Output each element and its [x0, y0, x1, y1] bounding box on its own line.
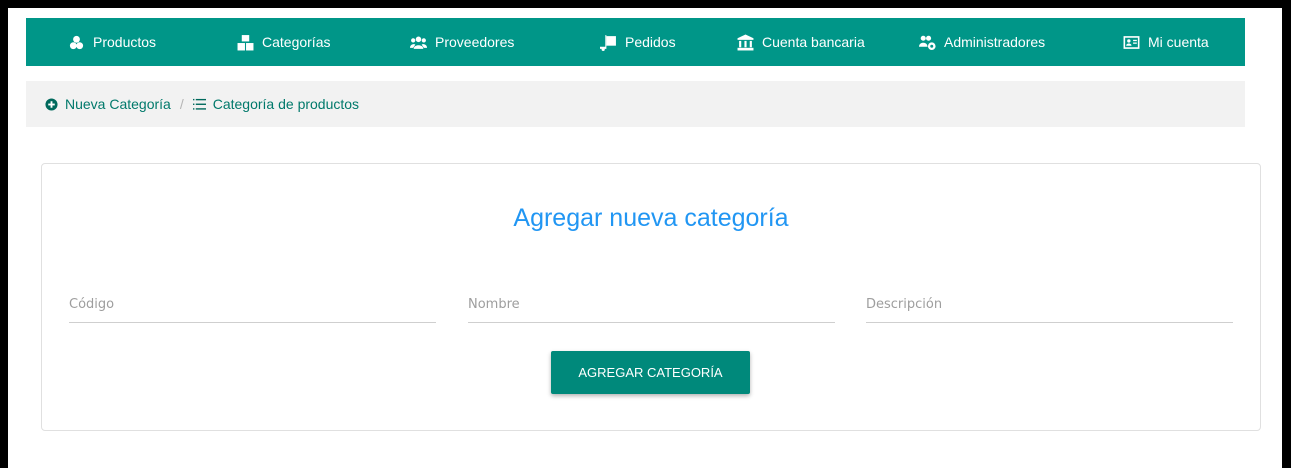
breadcrumb-item-categoria-productos[interactable]: Categoría de productos — [192, 96, 360, 112]
codigo-input[interactable] — [69, 292, 436, 322]
nav-label-categorias: Categorías — [262, 34, 331, 50]
nav-item-categorias[interactable]: Categorías — [237, 18, 330, 66]
nav-item-cuenta-bancaria[interactable]: Cuenta bancaria — [737, 18, 865, 66]
nav-label-administradores: Administradores — [944, 34, 1046, 50]
plus-circle-icon — [45, 97, 58, 111]
breadcrumb: Nueva Categoría / Categoría de productos — [26, 81, 1245, 127]
bank-icon — [737, 34, 754, 50]
users-cog-icon — [919, 35, 936, 50]
nav-label-mi-cuenta: Mi cuenta — [1148, 34, 1209, 50]
breadcrumb-item-nueva-categoria[interactable]: Nueva Categoría — [45, 96, 171, 112]
descripcion-field — [866, 292, 1233, 323]
breadcrumb-label-categoria-productos: Categoría de productos — [212, 96, 360, 112]
nav-label-cuenta-bancaria: Cuenta bancaria — [762, 34, 865, 50]
cubes-icon — [69, 35, 84, 49]
form-title: Agregar nueva categoría — [513, 204, 789, 232]
codigo-field — [69, 292, 436, 323]
boxes-icon — [237, 34, 254, 50]
nav-label-proveedores: Proveedores — [435, 34, 515, 50]
add-category-button[interactable]: AGREGAR CATEGORÍA — [551, 351, 750, 394]
list-icon — [192, 98, 206, 110]
dolly-icon — [600, 34, 616, 51]
nav-item-productos[interactable]: Productos — [68, 18, 156, 66]
nav-item-administradores[interactable]: Administradores — [919, 18, 1045, 66]
id-card-icon — [1123, 35, 1140, 49]
descripcion-input[interactable] — [866, 292, 1233, 322]
nombre-input[interactable] — [468, 292, 835, 322]
nav-item-mi-cuenta[interactable]: Mi cuenta — [1123, 18, 1209, 66]
new-category-card: Agregar nueva categoría AGREGAR CATEGORÍ… — [41, 163, 1261, 431]
nav-item-proveedores[interactable]: Proveedores — [410, 18, 514, 66]
nombre-field — [468, 292, 835, 323]
breadcrumb-separator: / — [179, 96, 184, 112]
top-navbar: Productos Categorías Proveedores Pedidos… — [26, 18, 1245, 66]
nav-label-pedidos: Pedidos — [625, 34, 676, 50]
breadcrumb-label-nueva-categoria: Nueva Categoría — [65, 96, 171, 112]
nav-label-productos: Productos — [93, 34, 157, 50]
nav-item-pedidos[interactable]: Pedidos — [600, 18, 676, 66]
users-icon — [410, 36, 427, 49]
